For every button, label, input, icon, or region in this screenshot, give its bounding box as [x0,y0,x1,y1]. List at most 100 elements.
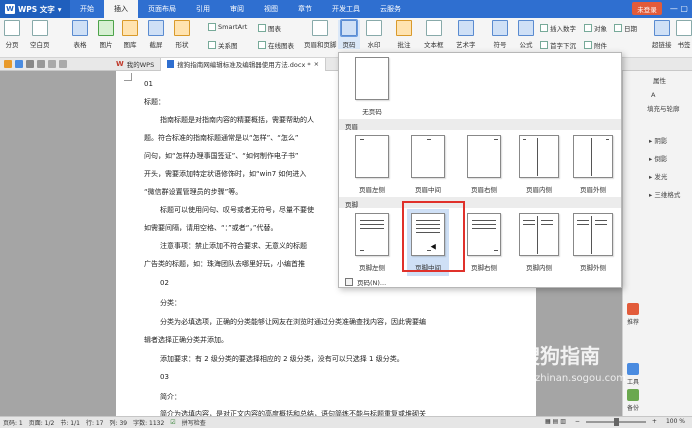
zoom-control: ▦ ▤ ▥ − + 100 % [542,417,688,426]
header-outside-option[interactable]: 页眉外侧 [573,135,613,194]
date-button[interactable]: 日期 [614,23,637,33]
page-number-button[interactable]: 页码 [338,19,360,49]
recommend-button[interactable]: 推荐 [623,303,643,326]
status-column: 列: 39 [109,420,128,427]
spell-check-button[interactable]: 拼写检查 [179,418,209,427]
doc-line: 注意事项：禁止添加不符合要求、无意义的标题 [160,242,307,250]
tab-home[interactable]: 开始 [70,0,104,18]
redo-icon[interactable] [59,60,67,68]
shape-button[interactable]: 形状 [174,20,190,49]
footer-inside-option[interactable]: 页脚内侧 [519,213,559,272]
status-word-count[interactable]: 字数: 1132 [130,418,167,427]
doc-line: 辑者选择正确分类并添加。 [144,336,228,344]
omega-icon [492,20,508,36]
spell-check-icon: ☑ [170,419,176,426]
header-footer-icon [312,20,329,36]
tab-developer[interactable]: 开发工具 [322,0,370,18]
tab-references[interactable]: 引用 [186,0,220,18]
header-right-option[interactable]: 页眉右侧 [467,135,501,194]
doc-line: 简介： [160,393,181,401]
gallery-button[interactable]: 图库 [122,20,138,49]
picture-button[interactable]: 图片 [98,20,114,49]
blank-page-button[interactable]: 空白页 [30,20,50,49]
textbox-button[interactable]: 文本框 [424,20,444,49]
header-footer-button[interactable]: 页眉和页脚 [304,20,337,49]
glow-item[interactable]: ▸ 发光 [649,171,667,181]
hyperlink-button[interactable]: 超链接 [652,20,672,49]
close-icon[interactable]: × [314,60,319,68]
smartart-icon [208,23,216,31]
tab-chapter[interactable]: 章节 [288,0,322,18]
table-icon [72,20,88,36]
footer-outside-option[interactable]: 页脚外侧 [573,213,613,272]
app-menu-button[interactable]: W WPS 文字 ▾ [0,0,70,18]
bookmark-button[interactable]: 书签 [676,20,692,49]
view-mode-icon[interactable]: ▦ ▤ ▥ [542,418,569,425]
page-number-settings-item[interactable]: 页码(N)... [345,277,386,287]
hyperlink-icon [653,20,670,36]
fill-outline-button[interactable]: 填充与轮廓 [647,103,680,113]
header-left-option[interactable]: 页眉左侧 [355,135,389,194]
table-button[interactable]: 表格 [72,20,88,49]
smartart-button[interactable]: SmartArt [208,23,247,31]
wps-icon: W [116,60,124,68]
print-icon[interactable] [26,60,34,68]
first-letter-button[interactable]: 首字下沉 [540,40,576,50]
watermark-button[interactable]: 水印 [366,20,382,49]
status-page-number: 页码: 1 [3,420,23,427]
symbol-button[interactable]: 符号 [492,20,508,49]
online-chart-button[interactable]: 在线图表 [258,40,294,50]
folder-icon[interactable] [4,60,12,68]
pi-icon [518,20,534,36]
footer-section-label: 页脚 [339,197,621,209]
tab-cloud[interactable]: 云服务 [370,0,411,18]
wordart-icon [457,20,474,36]
doc-line: 标题： [144,98,165,106]
wordart-button[interactable]: 艺术字 [456,20,476,49]
shadow-item[interactable]: ▸ 阴影 [649,135,667,145]
tab-view[interactable]: 视图 [254,0,288,18]
fill-outline-icon[interactable]: A [651,91,655,99]
title-bar: W WPS 文字 ▾ 开始 插入 页面布局 引用 审阅 视图 章节 开发工具 云… [0,0,692,18]
3d-format-item[interactable]: ▸ 三维格式 [649,189,680,199]
status-page: 页面: 1/2 [28,420,55,427]
doc-line: 01 [144,80,153,88]
tab-insert[interactable]: 插入 [104,0,138,18]
undo-icon[interactable] [48,60,56,68]
page-number-icon [340,19,358,37]
insert-number-button[interactable]: 插入数字 [540,23,576,33]
doc-line: 03 [160,373,169,381]
screenshot-button[interactable]: 截屏 [148,20,164,49]
tab-page-layout[interactable]: 页面布局 [138,0,186,18]
no-page-number-option[interactable]: 无页码 [355,57,389,116]
doc-line: 如需要间隔，请用空格、“：”或者“，”代替。 [144,224,278,232]
tab-my-wps[interactable]: W 我的WPS [110,57,162,71]
object-button[interactable]: 对象 [584,23,607,33]
save-icon[interactable] [15,60,23,68]
page-break-button[interactable]: 分页 [4,20,20,49]
tab-review[interactable]: 审阅 [220,0,254,18]
zoom-in-icon[interactable]: + [649,418,660,425]
attachment-button[interactable]: 附件 [584,40,607,50]
backup-button[interactable]: 备份 [623,389,643,412]
relationship-button[interactable]: 关系图 [208,40,238,50]
preview-icon[interactable] [37,60,45,68]
tab-current-document[interactable]: 搜狗指南网编辑标准及编辑器使用方法.docx * × [161,57,327,71]
page-break-icon [4,20,20,36]
login-button[interactable]: 未登录 [632,2,662,15]
formula-button[interactable]: 公式 [518,20,534,49]
footer-left-option[interactable]: 页脚左侧 [355,213,389,272]
reflection-item[interactable]: ▸ 倒影 [649,153,667,163]
chart-button[interactable]: 图表 [258,23,281,33]
zoom-slider-knob[interactable] [613,417,619,426]
comment-button[interactable]: 批注 [396,20,412,49]
footer-right-option[interactable]: 页脚右侧 [467,213,501,272]
window-controls[interactable]: — ▢ [670,4,688,13]
zoom-slider[interactable] [585,417,646,426]
zoom-out-icon[interactable]: − [572,418,583,425]
online-chart-icon [258,41,266,49]
header-center-option[interactable]: 页眉中间 [411,135,445,194]
doc-line: 开头，需要添加特定状语修饰时，如“win7 如何进入 [144,170,307,178]
header-inside-option[interactable]: 页眉内侧 [519,135,559,194]
status-section: 节: 1/1 [60,420,80,427]
